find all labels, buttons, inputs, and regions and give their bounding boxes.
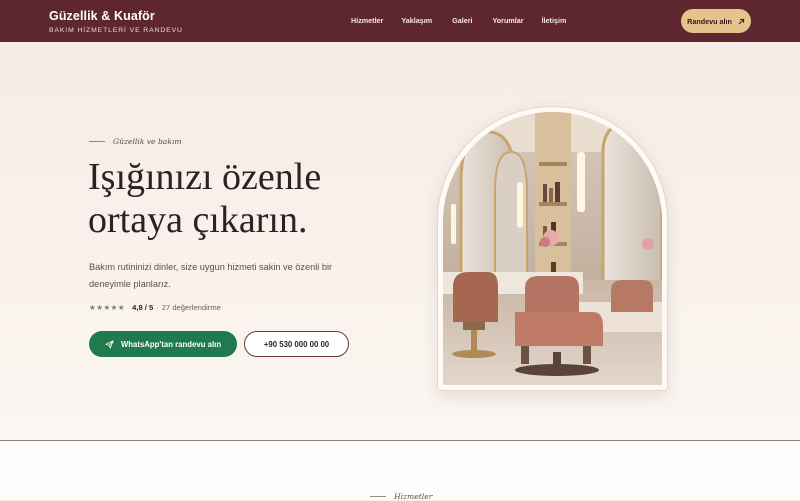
hero-eyebrow-text: Güzellik ve bakım: [113, 137, 182, 146]
rating-score: 4,8 / 5: [132, 303, 154, 312]
send-icon: [105, 339, 114, 349]
salon-photo: [443, 112, 662, 385]
phone-button[interactable]: +90 530 000 00 00: [244, 331, 349, 357]
hero-headline-line2: ortaya çıkarın.: [88, 199, 308, 241]
site-header: Güzellik & Kuaför BAKIM HİZMETLERİ VE RA…: [0, 0, 800, 42]
eyebrow-line: [370, 496, 386, 497]
header-appointment-button[interactable]: Randevu alın: [681, 9, 751, 33]
header-appointment-label: Randevu alın: [687, 16, 732, 26]
nav-item-yorumlar[interactable]: Yorumlar: [493, 16, 524, 25]
whatsapp-appointment-button[interactable]: WhatsApp'tan randevu alın: [89, 331, 237, 357]
nav-item-iletisim[interactable]: İletişim: [542, 16, 567, 25]
services-section: Hizmetler: [0, 441, 800, 501]
rating-stars-icon: ★★★★★: [89, 303, 126, 312]
nav-item-galeri[interactable]: Galeri: [452, 16, 472, 25]
brand-subtitle: BAKIM HİZMETLERİ VE RANDEVU: [49, 27, 183, 34]
salon-photo-frame: [437, 106, 668, 391]
nav-item-hizmetler[interactable]: Hizmetler: [351, 16, 383, 25]
hero-description: Bakım rutininizi dinler, size uygun hizm…: [89, 262, 333, 289]
main-nav: Hizmetler Yaklaşım Galeri Yorumlar İleti…: [351, 16, 566, 25]
whatsapp-button-label: WhatsApp'tan randevu alın: [120, 339, 222, 349]
hero-headline-line1: Işığınızı özenle: [88, 156, 322, 198]
salon-interior-illustration: [443, 112, 662, 385]
rating: ★★★★★ 4,8 / 5 · 27 değerlendirme: [89, 303, 221, 312]
nav-item-yaklasim[interactable]: Yaklaşım: [401, 16, 432, 25]
hero-eyebrow: Güzellik ve bakım: [89, 137, 182, 146]
eyebrow-line: [89, 141, 105, 142]
hero-headline: Işığınızı özenle ortaya çıkarın.: [88, 156, 418, 242]
arrow-up-right-icon: [738, 18, 744, 24]
rating-reviews: 27 değerlendirme: [161, 303, 221, 312]
brand-title: Güzellik & Kuaför: [49, 9, 155, 23]
rating-separator: ·: [156, 303, 159, 312]
brand[interactable]: Güzellik & Kuaför BAKIM HİZMETLERİ VE RA…: [49, 9, 183, 34]
